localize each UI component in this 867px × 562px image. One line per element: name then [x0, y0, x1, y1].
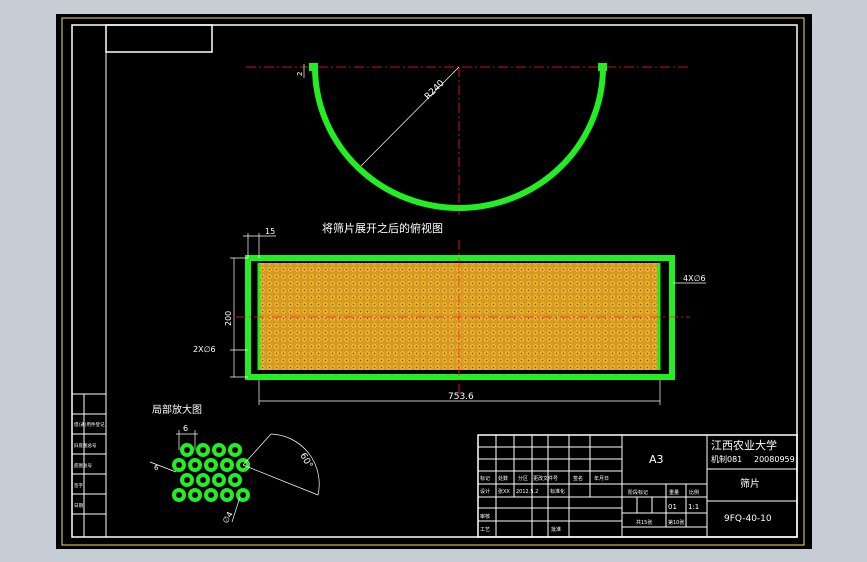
hdr-count: 处数 [498, 475, 508, 482]
hdr-mark: 标记 [480, 475, 490, 482]
hdr-stage: 阶段标记 [628, 489, 648, 496]
hdr-zone: 分区 [518, 475, 528, 482]
design-date: 2012.5.2 [516, 489, 538, 495]
detail-title: 局部放大图 [152, 403, 202, 416]
strip-label-4: 签字 [74, 482, 83, 489]
hole-right-dim: 4X∅6 [683, 274, 706, 283]
scale-value: 1:1 [688, 503, 699, 511]
top-view-title: 将筛片展开之后的俯视图 [322, 221, 443, 235]
top-offset-dim: 2 [296, 72, 304, 76]
strip-label-2: 旧底图总号 [74, 442, 97, 449]
total-sheets: 共15张 [636, 519, 652, 526]
sheet-num: 01 [668, 503, 677, 511]
drawing-no: 9FQ-40-10 [724, 514, 772, 524]
school-name: 江西农业大学 [711, 438, 777, 452]
hdr-design: 设计 [480, 488, 490, 495]
student-no: 20080959 [754, 455, 795, 464]
hdr-process: 工艺 [480, 527, 490, 533]
hdr-doc: 更改文件号 [533, 475, 558, 482]
strip-label-3: 底图总号 [74, 462, 92, 469]
hdr-date: 年月日 [594, 475, 609, 482]
length-dim: 753.6 [448, 392, 474, 402]
width-dim: 200 [224, 311, 233, 326]
hdr-weight: 重量 [669, 489, 679, 496]
class-id: 机制081 [711, 454, 742, 464]
sheet-index: 第10张 [668, 519, 684, 526]
strip-label-5: 日期 [74, 503, 83, 509]
designer-name: 张XX [498, 488, 510, 495]
sheet-size: A3 [649, 453, 664, 466]
hdr-check: 审核 [480, 513, 490, 520]
hdr-std: 标准化 [550, 488, 565, 495]
hole-left-dim: 2X∅6 [193, 345, 216, 354]
margin-dim: 15 [265, 227, 275, 236]
strip-label-1: 借(通)用件登记 [74, 421, 105, 428]
hdr-approve: 批准 [551, 526, 561, 533]
part-name: 筛片 [740, 477, 760, 490]
cad-drawing: 借(通)用件登记 旧底图总号 底图总号 签字 日期 R240 2 将筛片展开之后… [56, 14, 812, 549]
pitch-small-dim: 6 [154, 464, 159, 472]
left-tab [309, 63, 318, 71]
right-tab [598, 63, 607, 71]
pitch-dim: 6 [183, 424, 188, 433]
hdr-sign: 签名 [573, 475, 583, 482]
hdr-ratio: 比例 [689, 489, 699, 496]
